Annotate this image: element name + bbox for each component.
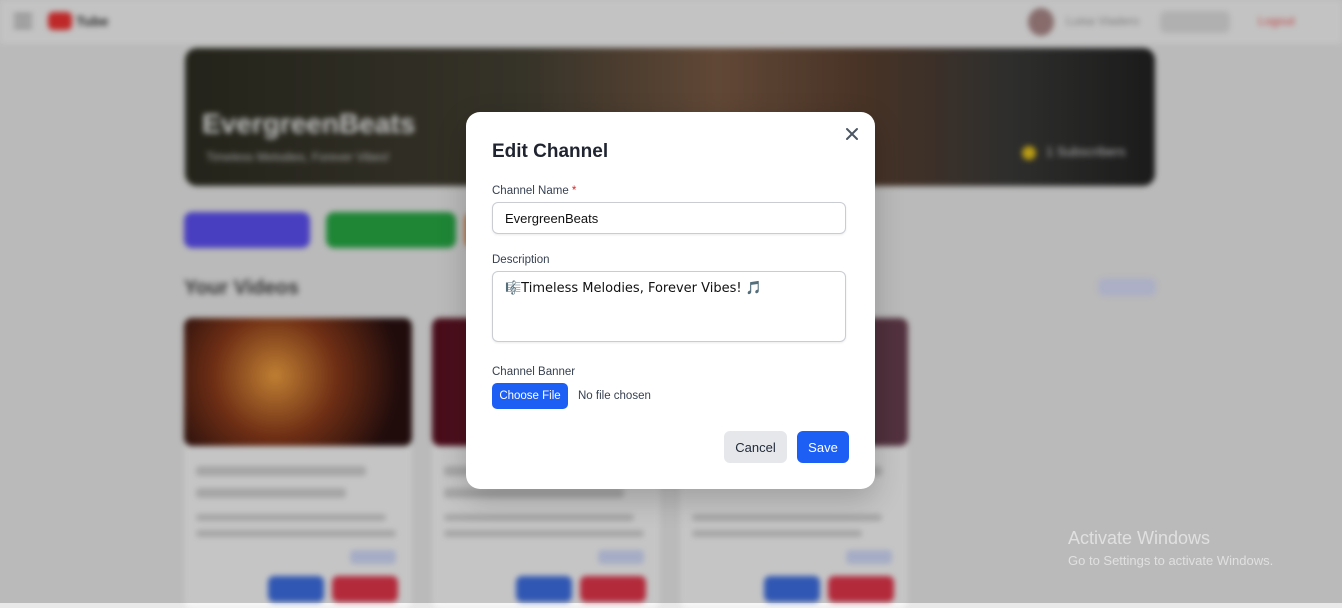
- edit-channel-dialog: Edit Channel Channel Name * EvergreenBea…: [466, 112, 875, 489]
- dialog-title: Edit Channel: [492, 141, 609, 162]
- close-icon[interactable]: [843, 125, 861, 143]
- file-status: No file chosen: [578, 390, 651, 402]
- channel-name-label: Channel Name *: [492, 185, 576, 197]
- save-button[interactable]: Save: [797, 431, 849, 463]
- choose-file-button[interactable]: Choose File: [492, 383, 568, 409]
- channel-banner-label: Channel Banner: [492, 366, 576, 378]
- channel-name-input[interactable]: EvergreenBeats: [492, 202, 846, 234]
- cancel-button[interactable]: Cancel: [724, 431, 787, 463]
- description-textarea[interactable]: 🎼Timeless Melodies, Forever Vibes! 🎵: [492, 271, 846, 342]
- description-label: Description: [492, 254, 550, 266]
- windows-watermark-title: Activate Windows: [1068, 528, 1211, 548]
- channel-name-label-text: Channel Name: [492, 185, 569, 197]
- windows-watermark-subtitle: Go to Settings to activate Windows.: [1068, 553, 1274, 568]
- required-mark: *: [571, 185, 577, 197]
